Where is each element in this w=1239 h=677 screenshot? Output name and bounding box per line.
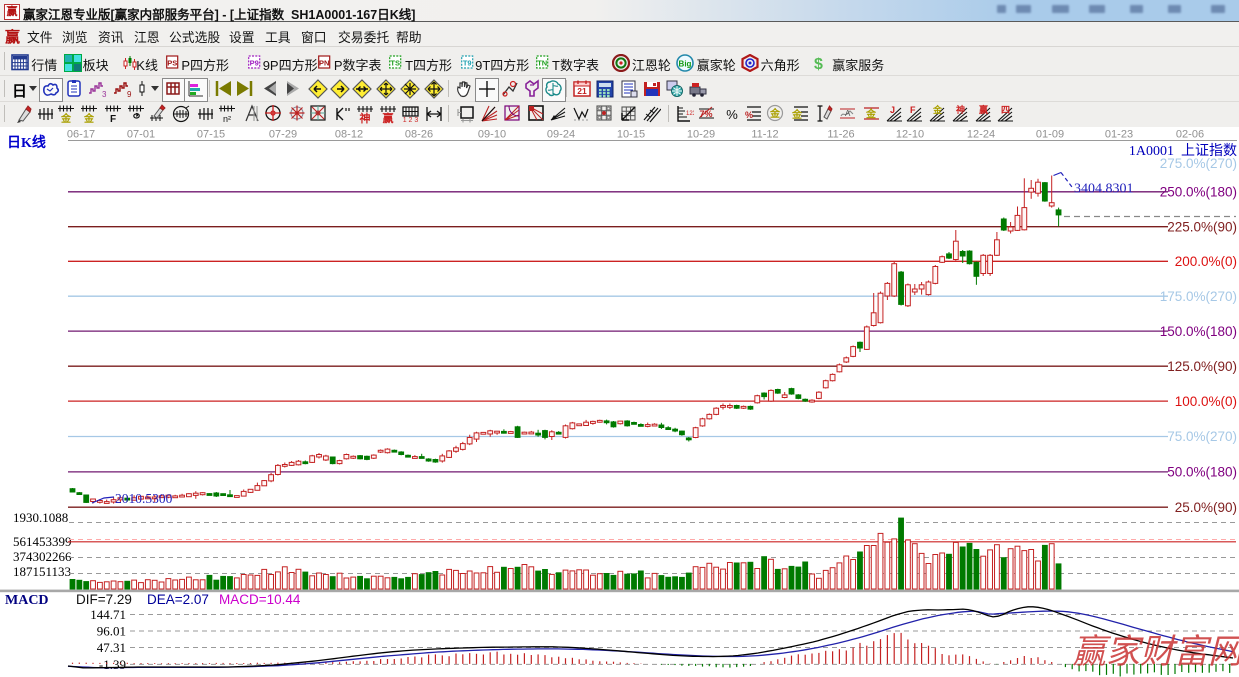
svg-text:50.0%(180): 50.0%(180) [1167,465,1237,480]
svg-text:123: 123 [686,111,694,117]
svg-text:144.71: 144.71 [90,607,126,622]
svg-text:1 2 3: 1 2 3 [403,117,419,124]
svg-text:赢: 赢 [979,104,988,115]
svg-text:PN: PN [319,59,329,68]
svg-text:02-06: 02-06 [1176,129,1204,141]
svg-text:12-24: 12-24 [967,129,995,141]
svg-text:10-29: 10-29 [687,129,715,141]
svg-text:125.0%(90): 125.0%(90) [1167,359,1237,374]
svg-text:金: 金 [769,107,781,120]
svg-text:25.0%(90): 25.0%(90) [1175,500,1237,515]
svg-text:06-17: 06-17 [67,129,95,141]
svg-text:T9: T9 [462,59,471,68]
svg-text:金: 金 [865,108,877,121]
svg-text:07-01: 07-01 [127,129,155,141]
svg-text:3: 3 [102,90,107,99]
svg-text:9: 9 [127,90,132,99]
svg-text:187151133: 187151133 [13,564,71,579]
svg-text:21: 21 [577,86,587,96]
svg-text:200.0%(0): 200.0%(0) [1175,254,1237,269]
svg-text:PS: PS [168,59,178,68]
svg-text:10-15: 10-15 [617,129,645,141]
svg-text:P9: P9 [249,59,258,68]
svg-text:07-15: 07-15 [197,129,225,141]
svg-text:神: 神 [360,111,371,124]
svg-text:09-24: 09-24 [547,129,575,141]
svg-text:MACD: MACD [5,593,49,608]
svg-text:01-23: 01-23 [1105,129,1133,141]
svg-text:赢家财富网: 赢家财富网 [1072,634,1239,671]
svg-text:561453399: 561453399 [13,534,72,549]
svg-text:-1.39: -1.39 [99,657,126,672]
svg-text:金: 金 [932,104,943,115]
svg-text:$: $ [814,56,823,72]
svg-text:神: 神 [956,104,965,115]
svg-text:DIF=7.29: DIF=7.29 [76,592,132,607]
svg-text:Big: Big [679,59,692,68]
svg-text:赢: 赢 [383,111,394,124]
svg-text:DEA=2.07: DEA=2.07 [147,592,209,607]
svg-text:08-12: 08-12 [335,129,363,141]
svg-text:TN: TN [537,59,547,68]
svg-text:11-12: 11-12 [751,129,778,141]
svg-text:225.0%(90): 225.0%(90) [1167,219,1237,234]
svg-text:07-29: 07-29 [269,129,297,141]
svg-text:四: 四 [1001,105,1010,115]
svg-text:374302266: 374302266 [13,549,72,564]
svg-text:金: 金 [83,112,95,124]
svg-text:01-09: 01-09 [1036,129,1064,141]
svg-text:%: % [726,107,738,122]
svg-text:2010.5300: 2010.5300 [115,491,173,506]
svg-text:47.31: 47.31 [97,640,126,655]
svg-text:%: % [745,110,753,120]
svg-text:A: A [845,109,851,118]
svg-text:100.0%(0): 100.0%(0) [1175,394,1237,409]
svg-text:MACD=10.44: MACD=10.44 [219,592,301,607]
svg-text:96.01: 96.01 [97,624,126,639]
svg-text:1930.1088: 1930.1088 [13,510,68,525]
svg-text:75.0%(270): 75.0%(270) [1167,429,1237,444]
svg-text:150.0%(180): 150.0%(180) [1160,324,1237,339]
svg-text:J: J [890,105,895,115]
svg-text:7%: 7% [699,109,712,119]
svg-text:金: 金 [791,108,803,121]
svg-text:175.0%(270): 175.0%(270) [1160,289,1237,304]
svg-text:F: F [910,105,916,115]
svg-text:TS: TS [391,59,401,68]
svg-text:11-26: 11-26 [827,129,854,141]
svg-text:F: F [110,114,116,124]
svg-text:09-10: 09-10 [478,129,506,141]
svg-text:08-26: 08-26 [405,129,433,141]
svg-text:275.0%(270): 275.0%(270) [1160,156,1237,171]
svg-text:12-10: 12-10 [896,129,924,141]
svg-text:金: 金 [60,112,72,124]
svg-text:日K线: 日K线 [7,134,46,151]
svg-text:3404.8301: 3404.8301 [1074,182,1134,197]
svg-text:n²: n² [223,114,231,124]
svg-text:250.0%(180): 250.0%(180) [1160,185,1237,200]
